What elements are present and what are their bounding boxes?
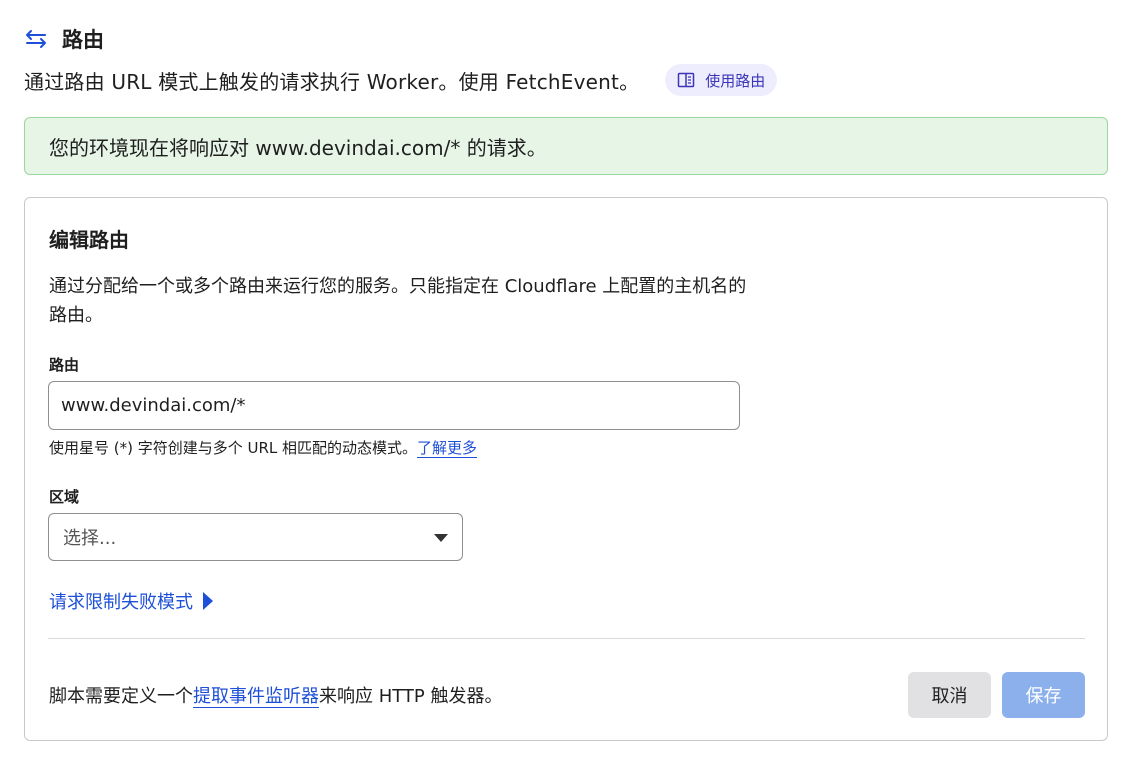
page-header: 路由	[24, 24, 104, 54]
status-banner: 您的环境现在将响应对 www.devindai.com/* 的请求。	[24, 117, 1108, 175]
zone-label: 区域	[49, 488, 80, 506]
book-icon	[677, 72, 695, 88]
page-title: 路由	[62, 28, 104, 52]
zone-select[interactable]: 选择...	[48, 513, 463, 561]
banner-message: 您的环境现在将响应对 www.devindai.com/* 的请求。	[49, 135, 547, 160]
description-row: 通过路由 URL 模式上触发的请求执行 Worker。使用 FetchEvent…	[24, 64, 778, 96]
fail-mode-label: 请求限制失败模式	[49, 592, 193, 613]
edit-route-card: 编辑路由 通过分配给一个或多个路由来运行您的服务。只能指定在 Cloudflar…	[24, 197, 1108, 741]
cancel-button[interactable]: 取消	[908, 672, 991, 718]
route-label: 路由	[49, 356, 80, 374]
page-description: 通过路由 URL 模式上触发的请求执行 Worker。使用 FetchEvent…	[24, 69, 640, 94]
route-arrows-icon	[24, 26, 50, 52]
save-button[interactable]: 保存	[1002, 672, 1085, 718]
fetch-listener-link[interactable]: 提取事件监听器	[193, 686, 319, 708]
route-hint-text: 使用星号 (*) 字符创建与多个 URL 相匹配的动态模式。	[49, 439, 418, 457]
route-hint: 使用星号 (*) 字符创建与多个 URL 相匹配的动态模式。了解更多	[49, 437, 478, 458]
chevron-down-icon	[434, 534, 448, 542]
divider	[48, 638, 1085, 639]
learn-more-link[interactable]: 了解更多	[417, 439, 478, 458]
triangle-right-icon	[203, 592, 213, 610]
doc-link-label: 使用路由	[705, 71, 766, 90]
zone-placeholder: 选择...	[63, 528, 117, 549]
fail-mode-toggle[interactable]: 请求限制失败模式	[49, 588, 213, 614]
footer-note: 脚本需要定义一个提取事件监听器来响应 HTTP 触发器。	[49, 682, 503, 708]
card-description: 通过分配给一个或多个路由来运行您的服务。只能指定在 Cloudflare 上配置…	[49, 276, 747, 326]
route-input[interactable]	[48, 381, 740, 430]
footer-suffix: 来响应 HTTP 触发器。	[319, 686, 503, 707]
doc-link-button[interactable]: 使用路由	[665, 64, 778, 96]
footer-prefix: 脚本需要定义一个	[49, 686, 193, 707]
card-title: 编辑路由	[49, 228, 129, 252]
